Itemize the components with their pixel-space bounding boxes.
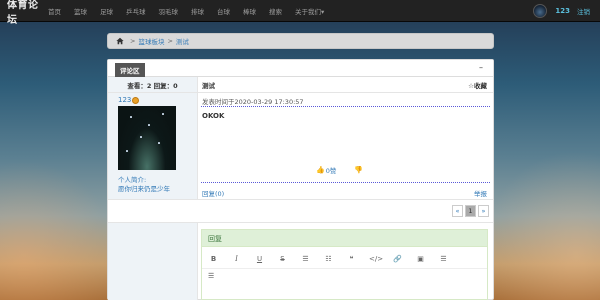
nav-item-football[interactable]: 足球 (100, 6, 113, 16)
toolbar-divider (202, 268, 487, 269)
image-icon[interactable]: ▣ (415, 255, 426, 263)
post-timestamp: 发表时间于2020-03-29 17:30:57 (202, 98, 304, 106)
post-author-panel: 123 个人简介: 愿你归来仍是少年 (108, 93, 198, 199)
ordered-list-icon[interactable]: ☷ (323, 255, 334, 263)
reply-left-spacer (108, 223, 198, 300)
breadcrumb-section-link[interactable]: 篮球板块 (138, 36, 164, 46)
panel-title: 评论区 (115, 63, 145, 77)
reply-editor-area: 回复 B I U S ☰ ☷ ❝ </> 🔗 ▣ ☰ ☰ (198, 223, 493, 300)
bold-icon[interactable]: B (208, 255, 219, 263)
background-glow-left (0, 160, 120, 300)
home-icon[interactable] (116, 37, 124, 45)
thread-stats: 查看：2 回复：0 (108, 77, 198, 92)
author-avatar[interactable] (118, 106, 176, 170)
reply-header: 回复 (202, 230, 487, 247)
nav-menu: 首页 篮球 足球 乒乓球 羽毛球 排球 台球 棒球 搜索 关于我们▾ (48, 6, 337, 16)
comment-panel: 评论区 – 查看：2 回复：0 测试 ☆收藏 123 个人简介: 愿你归来仍是少… (107, 59, 494, 300)
nav-item-baseball[interactable]: 棒球 (243, 6, 256, 16)
reply-editor: 回复 B I U S ☰ ☷ ❝ </> 🔗 ▣ ☰ ☰ (201, 229, 488, 300)
post-content-panel: 发表时间于2020-03-29 17:30:57 OKOK 👍 0赞 👎 回复(… (198, 93, 493, 199)
unordered-list-icon[interactable]: ☰ (300, 255, 311, 263)
italic-icon[interactable]: I (231, 255, 242, 263)
favorite-button[interactable]: ☆收藏 (468, 80, 487, 90)
nav-item-table-tennis[interactable]: 乒乓球 (126, 6, 146, 16)
link-icon[interactable]: 🔗 (392, 255, 403, 263)
post: 123 个人简介: 愿你归来仍是少年 发表时间于2020-03-29 17:30… (108, 93, 493, 200)
post-body: OKOK (202, 112, 225, 120)
panel-header: 评论区 – (108, 60, 493, 77)
background-glow-right (480, 150, 600, 300)
reply-count-link[interactable]: 回复(0) (202, 188, 224, 198)
author-name-link[interactable]: 123 (118, 96, 131, 104)
strikethrough-icon[interactable]: S (277, 255, 288, 263)
nav-item-volleyball[interactable]: 排球 (191, 6, 204, 16)
like-button[interactable]: 👍 0赞 (316, 165, 336, 175)
author-info: 123 (118, 96, 140, 104)
quote-icon[interactable]: ❝ (346, 255, 357, 263)
nav-item-home[interactable]: 首页 (48, 6, 61, 16)
pagination: « 1 » (450, 205, 489, 217)
nav-item-billiards[interactable]: 台球 (217, 6, 230, 16)
divider (201, 106, 490, 107)
editor-toolbar: B I U S ☰ ☷ ❝ </> 🔗 ▣ ☰ (208, 255, 482, 263)
like-count: 0赞 (325, 167, 337, 175)
breadcrumb-separator: > (130, 37, 136, 45)
align-icon[interactable]: ☰ (438, 255, 449, 263)
page-prev-button[interactable]: « (452, 205, 463, 217)
nav-item-search[interactable]: 搜索 (269, 6, 282, 16)
thumbs-up-icon: 👍 (316, 166, 325, 174)
pagination-row: « 1 » (108, 200, 493, 223)
indent-icon[interactable]: ☰ (208, 272, 214, 280)
nav-item-about-dropdown[interactable]: 关于我们▾ (295, 6, 324, 16)
logout-link[interactable]: 注销 (577, 6, 590, 16)
nav-item-badminton[interactable]: 羽毛球 (159, 6, 179, 16)
thread-title-bar: 测试 ☆收藏 (198, 77, 493, 92)
underline-icon[interactable]: U (254, 255, 265, 263)
user-avatar[interactable] (533, 4, 548, 18)
thread-header-row: 查看：2 回复：0 测试 ☆收藏 (108, 77, 493, 93)
code-icon[interactable]: </> (369, 255, 383, 263)
site-brand[interactable]: 体育论坛 (0, 0, 48, 26)
divider (201, 182, 490, 183)
nav-item-basketball[interactable]: 篮球 (74, 6, 87, 16)
top-navbar: 体育论坛 首页 篮球 足球 乒乓球 羽毛球 排球 台球 棒球 搜索 关于我们▾ … (0, 0, 600, 26)
page-current-button[interactable]: 1 (465, 205, 476, 217)
report-link[interactable]: 举报 (474, 188, 487, 198)
vote-controls: 👍 0赞 👎 (316, 165, 363, 175)
breadcrumb: > 篮球板块 > 测试 (107, 33, 494, 49)
user-area: 123 注销 (533, 0, 590, 22)
page-next-button[interactable]: » (478, 205, 489, 217)
thread-title: 测试 (202, 81, 215, 90)
breadcrumb-current[interactable]: 测试 (176, 36, 189, 46)
minimize-button[interactable]: – (479, 63, 483, 72)
username-link[interactable]: 123 (555, 7, 570, 15)
medal-icon (132, 96, 140, 104)
reply-section: 回复 B I U S ☰ ☷ ❝ </> 🔗 ▣ ☰ ☰ (108, 223, 493, 300)
thumbs-down-icon[interactable]: 👎 (354, 166, 363, 174)
profile-signature: 愿你归来仍是少年 (118, 185, 170, 193)
breadcrumb-separator: > (167, 37, 173, 45)
